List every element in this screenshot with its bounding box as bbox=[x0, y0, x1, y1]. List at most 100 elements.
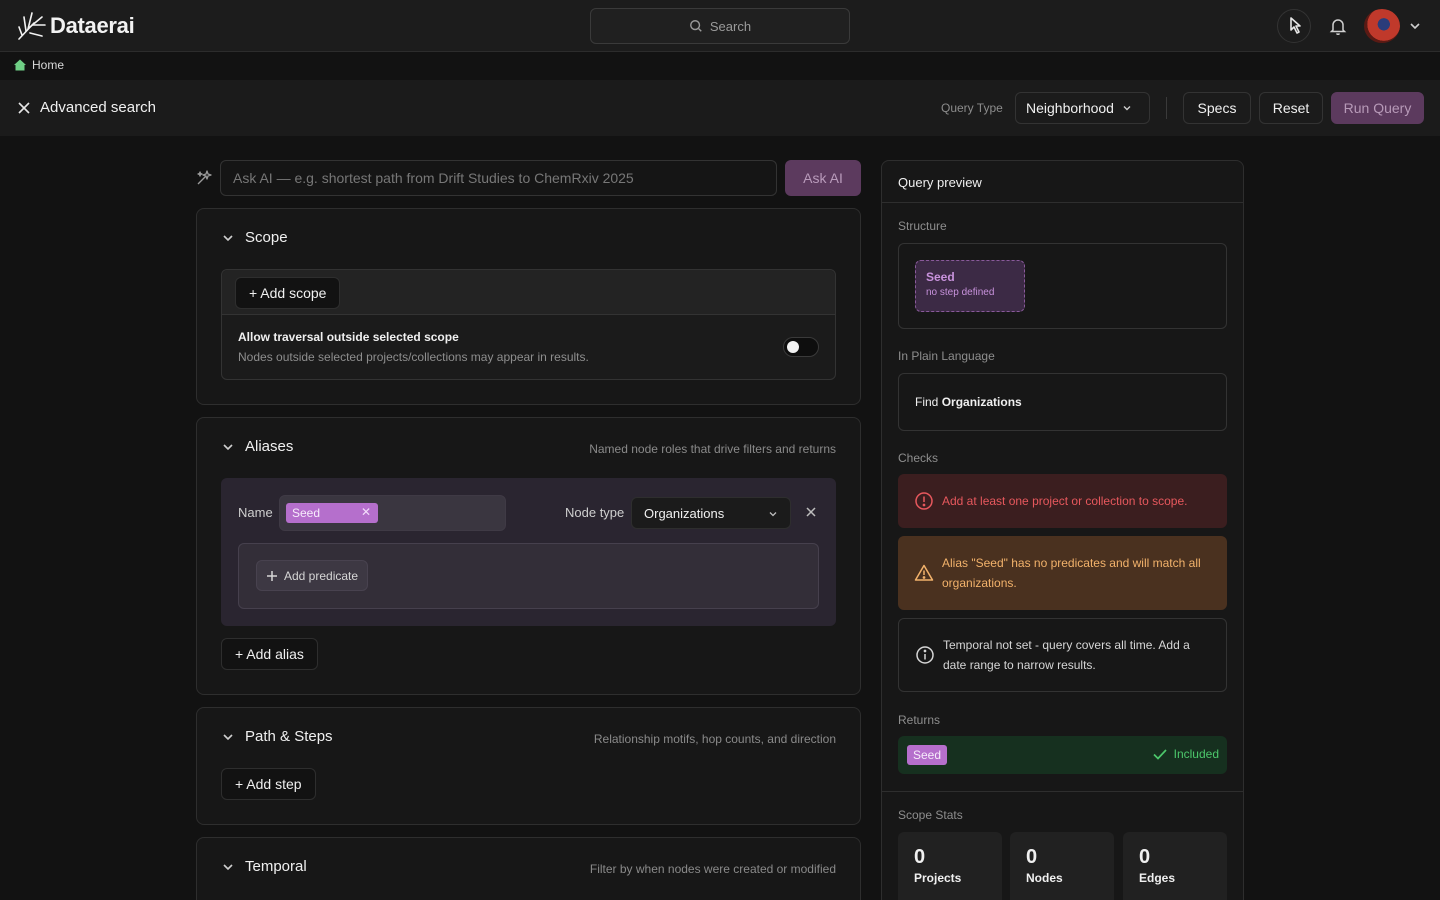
search-icon bbox=[689, 20, 702, 32]
stat-projects-value: 0 bbox=[914, 846, 926, 868]
alias-name-field[interactable]: Seed ✕ bbox=[279, 495, 506, 531]
user-avatar[interactable] bbox=[1364, 9, 1400, 43]
add-step-button[interactable]: + Add step bbox=[221, 768, 316, 800]
structure-label: Structure bbox=[898, 219, 947, 233]
alias-tag: Seed ✕ bbox=[286, 503, 378, 523]
top-navbar: Dataerai Search bbox=[0, 0, 1440, 52]
chevron-down-icon bbox=[223, 234, 233, 241]
specs-button[interactable]: Specs bbox=[1183, 92, 1251, 124]
returns-tag: Seed bbox=[907, 745, 948, 765]
search-label: Search bbox=[709, 18, 752, 34]
add-predicate-label: Add predicate bbox=[284, 568, 359, 583]
scope-toolbar: + Add scope bbox=[222, 270, 835, 315]
check-error-text: Add at least one project or collection t… bbox=[942, 494, 1188, 508]
stat-projects-label: Projects bbox=[914, 871, 962, 885]
aliases-subtitle: Named node roles that drive filters and … bbox=[589, 442, 836, 456]
name-label: Name bbox=[238, 505, 273, 520]
structure-box: Seed no step defined bbox=[898, 243, 1227, 329]
aliases-toggle[interactable]: Aliases bbox=[221, 438, 293, 455]
alert-circle-icon bbox=[915, 492, 933, 510]
breadcrumb[interactable]: Home bbox=[13, 58, 64, 72]
logo-icon bbox=[18, 12, 46, 40]
info-icon bbox=[916, 646, 934, 664]
page-title: Advanced search bbox=[40, 99, 156, 116]
notifications-button[interactable] bbox=[1321, 9, 1355, 43]
temporal-toggle[interactable]: Temporal bbox=[221, 858, 307, 875]
pointer-icon bbox=[1290, 17, 1301, 34]
remove-tag-icon[interactable]: ✕ bbox=[361, 505, 371, 519]
stat-edges-label: Edges bbox=[1139, 871, 1176, 885]
check-warning: Alias "Seed" has no predicates and will … bbox=[898, 536, 1227, 610]
predicate-area: Add predicate bbox=[238, 543, 819, 609]
returns-row: Seed Included bbox=[898, 736, 1227, 774]
check-info-text: Temporal not set - query covers all time… bbox=[943, 638, 1190, 672]
ask-ai-button[interactable]: Ask AI bbox=[785, 160, 861, 196]
breadcrumb-home[interactable]: Home bbox=[32, 58, 64, 72]
traversal-description: Nodes outside selected projects/collecti… bbox=[238, 350, 589, 364]
scope-title: Scope bbox=[245, 229, 288, 246]
plain-language-label: In Plain Language bbox=[898, 349, 995, 363]
scope-toggle[interactable]: Scope bbox=[221, 229, 288, 246]
aliases-section: Aliases Named node roles that drive filt… bbox=[196, 417, 861, 695]
remove-alias-icon[interactable] bbox=[804, 505, 818, 519]
temporal-section: Temporal Filter by when nodes were creat… bbox=[196, 837, 861, 900]
path-toggle[interactable]: Path & Steps bbox=[221, 728, 333, 745]
bell-icon bbox=[1329, 19, 1347, 35]
ask-ai-input[interactable] bbox=[220, 160, 777, 196]
divider bbox=[882, 791, 1243, 792]
stat-edges-value: 0 bbox=[1139, 846, 1151, 868]
reset-button[interactable]: Reset bbox=[1259, 92, 1323, 124]
plain-prefix: Find bbox=[915, 395, 939, 409]
node-type-label: Node type bbox=[565, 505, 625, 520]
sparkles-icon bbox=[197, 170, 212, 185]
check-error: Add at least one project or collection t… bbox=[898, 474, 1227, 528]
path-section: Path & Steps Relationship motifs, hop co… bbox=[196, 707, 861, 825]
stat-edges: 0 Edges bbox=[1123, 832, 1227, 900]
query-type-select[interactable]: Neighborhood bbox=[1015, 92, 1150, 124]
divider bbox=[1166, 97, 1167, 119]
seed-node-title: Seed bbox=[926, 270, 955, 284]
add-predicate-button[interactable]: Add predicate bbox=[256, 560, 369, 591]
node-type-value: Organizations bbox=[644, 505, 725, 521]
chevron-down-icon bbox=[223, 733, 233, 740]
returns-label: Returns bbox=[898, 713, 941, 727]
traversal-toggle[interactable] bbox=[783, 337, 819, 357]
stat-nodes: 0 Nodes bbox=[1010, 832, 1114, 900]
traversal-title: Allow traversal outside selected scope bbox=[238, 330, 459, 344]
global-search[interactable]: Search bbox=[590, 8, 850, 44]
check-warning-text: Alias "Seed" has no predicates and will … bbox=[942, 556, 1201, 590]
returns-status: Included bbox=[1152, 746, 1219, 762]
pointer-button[interactable] bbox=[1277, 9, 1311, 43]
alias-tag-label: Seed bbox=[292, 506, 321, 520]
path-subtitle: Relationship motifs, hop counts, and dir… bbox=[593, 732, 836, 746]
returns-status-text: Included bbox=[1173, 747, 1219, 761]
run-query-button[interactable]: Run Query bbox=[1331, 92, 1424, 124]
close-icon[interactable] bbox=[16, 100, 32, 116]
chevron-down-icon bbox=[769, 512, 777, 517]
plain-language-box: Find Organizations bbox=[898, 373, 1227, 431]
seed-node-subtitle: no step defined bbox=[926, 287, 995, 298]
check-info: Temporal not set - query covers all time… bbox=[898, 618, 1227, 692]
stat-nodes-value: 0 bbox=[1026, 846, 1038, 868]
checks-label: Checks bbox=[898, 451, 939, 465]
scope-panel: + Add scope Allow traversal outside sele… bbox=[221, 269, 836, 380]
check-icon bbox=[1153, 749, 1167, 760]
warning-triangle-icon bbox=[914, 564, 934, 581]
add-scope-button[interactable]: + Add scope bbox=[235, 277, 341, 309]
seed-node[interactable]: Seed no step defined bbox=[915, 260, 1025, 312]
query-type-value: Neighborhood bbox=[1026, 100, 1114, 116]
brand-logo[interactable]: Dataerai bbox=[16, 9, 135, 43]
stat-nodes-label: Nodes bbox=[1026, 871, 1063, 885]
aliases-title: Aliases bbox=[245, 438, 294, 455]
scope-section: Scope + Add scope Allow traversal outsid… bbox=[196, 208, 861, 405]
scope-stats-label: Scope Stats bbox=[898, 808, 963, 822]
home-icon bbox=[14, 59, 26, 71]
chevron-down-icon[interactable] bbox=[1408, 19, 1422, 33]
chevron-down-icon bbox=[223, 863, 233, 870]
query-type-label: Query Type bbox=[941, 101, 1003, 115]
add-alias-button[interactable]: + Add alias bbox=[221, 638, 318, 670]
path-title: Path & Steps bbox=[245, 728, 333, 745]
node-type-select[interactable]: Organizations bbox=[631, 497, 791, 529]
query-preview-panel: Query preview Structure Seed no step def… bbox=[881, 160, 1244, 900]
advanced-search-header: Advanced search Query Type Neighborhood … bbox=[0, 80, 1440, 136]
